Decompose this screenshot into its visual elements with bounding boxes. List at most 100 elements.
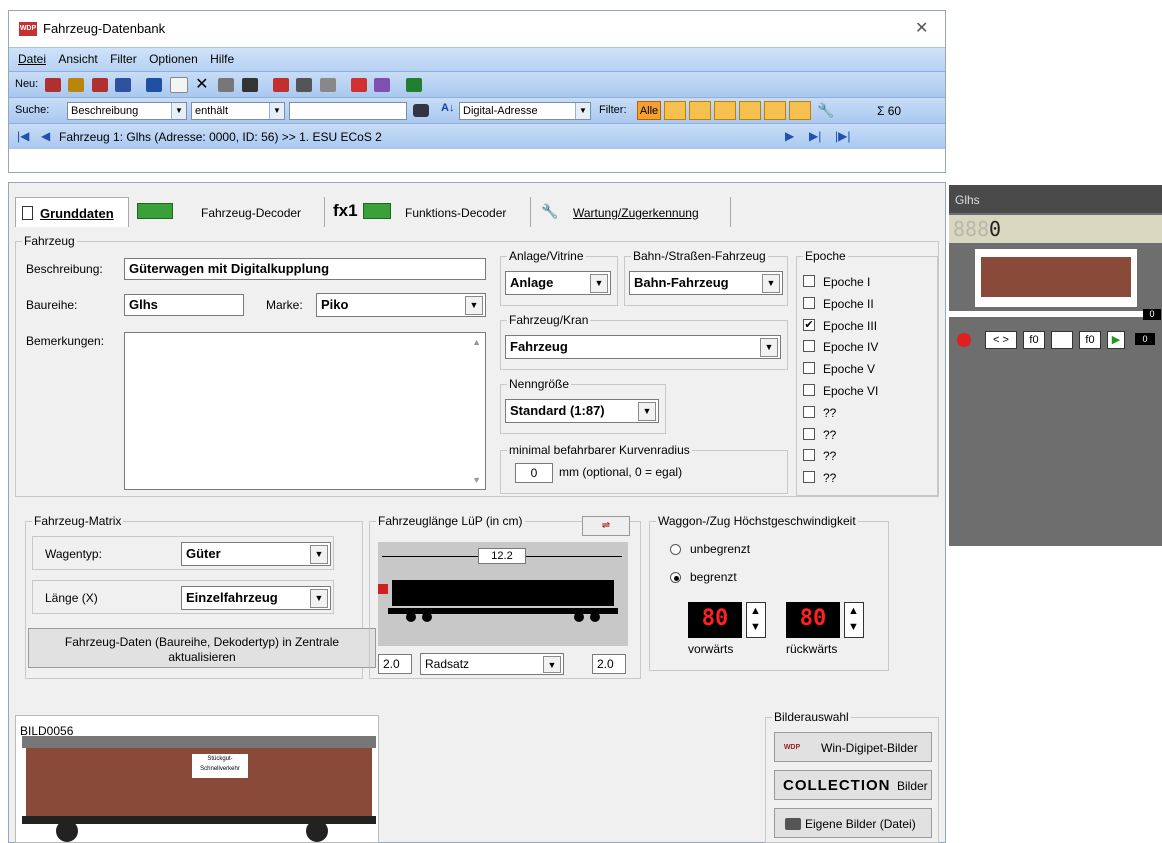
coupling-button[interactable]: ⇌	[582, 516, 630, 536]
filter-car-icon[interactable]	[714, 101, 736, 120]
epoche-checkbox[interactable]	[803, 471, 815, 484]
overhang-left-input[interactable]: 2.0	[378, 654, 412, 674]
epoche-checkbox[interactable]	[803, 405, 815, 418]
epoche-item[interactable]: Epoche VI	[803, 382, 933, 400]
baureihe-input[interactable]: Glhs	[124, 294, 244, 316]
menu-optionen[interactable]: Optionen	[149, 48, 198, 70]
new-truck-icon[interactable]	[115, 78, 132, 92]
wrench-icon[interactable]: 🔧	[817, 102, 834, 119]
laenge-select[interactable]: Einzelfahrzeug ▼	[181, 586, 331, 610]
sort-select[interactable]: Digital-Adresse ▼	[459, 102, 591, 120]
new-car-icon[interactable]	[91, 78, 108, 92]
epoche-checkbox[interactable]: ✔	[803, 318, 815, 331]
new-wagon-icon[interactable]	[68, 78, 85, 92]
save-icon[interactable]	[146, 78, 163, 92]
epoche-item[interactable]: Epoche I	[803, 273, 933, 291]
menu-ansicht[interactable]: Ansicht	[58, 48, 97, 70]
print-icon[interactable]	[218, 78, 235, 92]
epoche-item[interactable]: Epoche V	[803, 360, 933, 378]
update-central-button[interactable]: Fahrzeug-Daten (Baureihe, Dekodertyp) in…	[28, 628, 376, 668]
filter-wagon-icon[interactable]	[689, 101, 711, 120]
arrow-up-icon[interactable]: ▲	[750, 605, 761, 617]
table-icon[interactable]	[241, 78, 258, 92]
bahn-select[interactable]: Bahn-Fahrzeug ▼	[629, 271, 783, 295]
filter-all-button[interactable]: Alle	[637, 101, 661, 120]
search-field-select[interactable]: Beschreibung ▼	[67, 102, 187, 120]
decoder-icon[interactable]	[273, 78, 290, 92]
scroll-down-icon[interactable]: ▼	[472, 475, 481, 485]
epoche-item[interactable]: Epoche IV	[803, 338, 933, 356]
win-digipet-images-button[interactable]: WDP Win-Digipet-Bilder	[774, 732, 932, 762]
epoche-checkbox[interactable]	[803, 449, 815, 462]
speed-forward-spinner[interactable]: ▲ ▼	[746, 602, 766, 638]
epoche-item[interactable]: ??	[803, 426, 933, 444]
tab-funktions-decoder[interactable]: fx1 Funktions-Decoder	[325, 197, 531, 227]
new-record-icon[interactable]: |▶|	[835, 129, 850, 143]
function-icon[interactable]	[319, 78, 336, 92]
overhang-right-input[interactable]: 2.0	[592, 654, 626, 674]
tab-wartung[interactable]: 🔧 Wartung/Zugerkennung	[531, 197, 731, 227]
last-record-icon[interactable]: ▶|	[809, 129, 821, 143]
radio-unbegrenzt[interactable]	[670, 544, 681, 555]
scroll-up-icon[interactable]: ▲	[472, 337, 481, 347]
epoche-item[interactable]: Epoche II	[803, 295, 933, 313]
binoculars-icon[interactable]	[413, 104, 429, 117]
tab-fahrzeug-decoder[interactable]: Fahrzeug-Decoder	[129, 197, 325, 227]
search-operator-select[interactable]: enthält ▼	[191, 102, 285, 120]
crane-icon[interactable]	[351, 78, 368, 92]
loco-decoder-icon[interactable]	[296, 78, 313, 92]
epoche-checkbox[interactable]	[803, 427, 815, 440]
anlage-select[interactable]: Anlage ▼	[505, 271, 611, 295]
epoche-checkbox[interactable]	[803, 275, 815, 287]
bemerkungen-textarea[interactable]: ▲ ▼	[124, 332, 486, 490]
epoche-checkbox[interactable]	[803, 296, 815, 309]
exit-icon[interactable]	[405, 78, 422, 92]
filter-list-icon[interactable]	[764, 101, 786, 120]
speed-slider[interactable]	[949, 311, 1145, 317]
epoche-item[interactable]: ??	[803, 447, 933, 465]
filter-loco-icon[interactable]	[664, 101, 686, 120]
menu-datei[interactable]: Datei	[18, 48, 46, 70]
radsatz-select[interactable]: Radsatz ▼	[420, 653, 564, 675]
arrow-down-icon[interactable]: ▼	[750, 621, 761, 633]
filter-truck-icon[interactable]	[739, 101, 761, 120]
tab-grunddaten[interactable]: Grunddaten	[15, 197, 129, 227]
marke-select[interactable]: Piko ▼	[316, 293, 486, 317]
new-loco-icon[interactable]	[45, 78, 61, 92]
beschreibung-input[interactable]: Güterwagen mit Digitalkupplung	[124, 258, 486, 280]
record-button[interactable]	[957, 333, 971, 347]
epoche-checkbox[interactable]	[803, 340, 815, 353]
first-record-icon[interactable]: |◀	[17, 129, 29, 143]
light-icon[interactable]	[1051, 331, 1073, 349]
epoche-checkbox[interactable]	[803, 384, 815, 396]
filter-decoder-icon[interactable]	[789, 101, 811, 120]
play-button[interactable]: ▶	[1107, 331, 1125, 349]
radius-input[interactable]: 0	[515, 463, 553, 483]
delete-icon[interactable]: ✕	[195, 77, 211, 93]
book-icon[interactable]	[374, 78, 391, 92]
next-record-icon[interactable]: ▶	[785, 129, 794, 143]
function-f0-button[interactable]: f0	[1023, 331, 1045, 349]
close-button[interactable]: ✕	[915, 18, 928, 38]
nenngroesse-select[interactable]: Standard (1:87) ▼	[505, 399, 659, 423]
collection-images-button[interactable]: COLLECTION Bilder	[774, 770, 932, 800]
sort-az-icon[interactable]: A↓	[441, 102, 454, 114]
speed-backward-spinner[interactable]: ▲ ▼	[844, 602, 864, 638]
arrow-up-icon[interactable]: ▲	[848, 605, 859, 617]
prev-record-icon[interactable]: ◀	[41, 129, 50, 143]
search-input[interactable]	[289, 102, 407, 120]
radio-begrenzt[interactable]	[670, 572, 681, 583]
menu-filter[interactable]: Filter	[110, 48, 137, 70]
function-f0-button-2[interactable]: f0	[1079, 331, 1101, 349]
own-images-button[interactable]: Eigene Bilder (Datei)	[774, 808, 932, 838]
epoche-item[interactable]: ??	[803, 404, 933, 422]
kran-select[interactable]: Fahrzeug ▼	[505, 335, 781, 359]
wagentyp-select[interactable]: Güter ▼	[181, 542, 331, 566]
copy-icon[interactable]	[169, 77, 188, 93]
arrow-down-icon[interactable]: ▼	[848, 621, 859, 633]
direction-button[interactable]: < >	[985, 331, 1017, 349]
epoche-item[interactable]: ??	[803, 469, 933, 487]
menu-hilfe[interactable]: Hilfe	[210, 48, 234, 70]
epoche-item[interactable]: ✔ Epoche III	[803, 317, 933, 335]
epoche-checkbox[interactable]	[803, 362, 815, 375]
